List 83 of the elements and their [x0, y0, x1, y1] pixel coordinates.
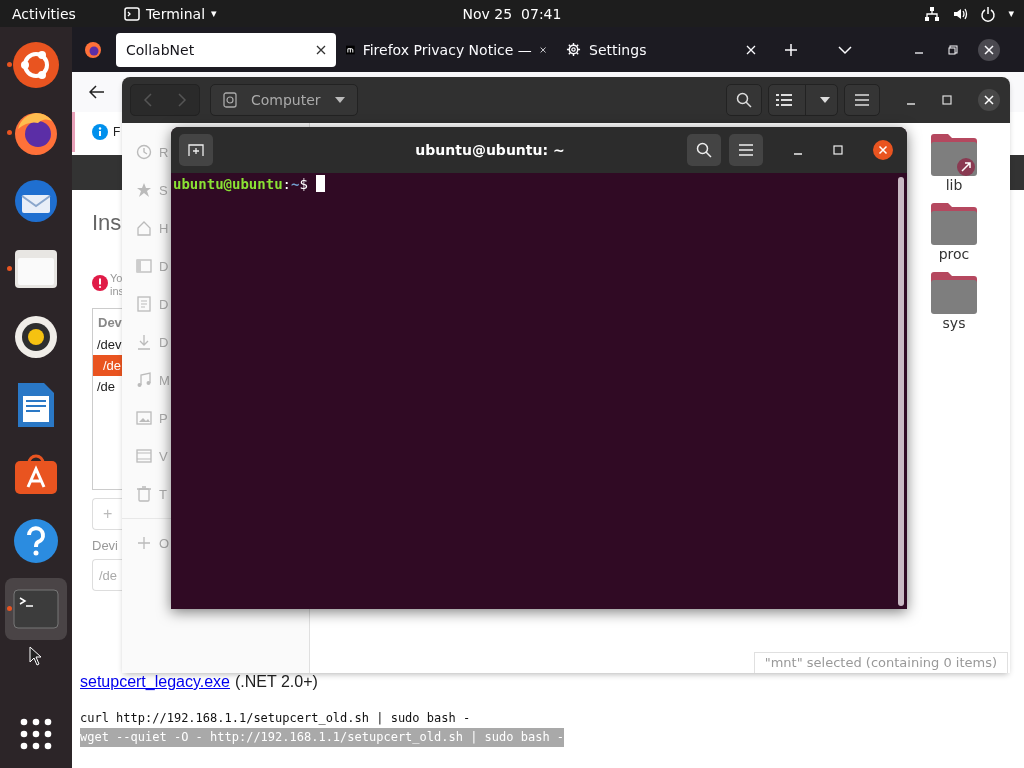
back-arrow-icon[interactable] — [89, 85, 105, 99]
error-icon — [92, 275, 108, 291]
drive-icon — [223, 92, 237, 108]
app-menu[interactable]: Terminal — [145, 5, 206, 22]
chevron-down-icon[interactable] — [838, 44, 852, 55]
firefox-icon[interactable] — [84, 40, 102, 59]
list-row[interactable]: /dev — [93, 334, 123, 355]
download-icon — [136, 334, 152, 350]
caret-down-icon — [334, 97, 345, 103]
download-link[interactable]: setupcert_legacy.exe — [80, 673, 230, 691]
plus-icon — [136, 535, 152, 551]
clock[interactable]: Nov 25 07:41 — [412, 5, 612, 22]
window-title: ubuntu@ubuntu: ~ — [414, 142, 566, 158]
caret-icon: ▾ — [211, 7, 217, 20]
location-button[interactable]: Computer — [210, 84, 358, 116]
search-icon — [736, 92, 752, 108]
document-icon — [16, 382, 56, 428]
clock-icon — [136, 144, 152, 160]
trash-icon — [136, 486, 152, 502]
page-heading: Ins — [92, 210, 122, 236]
maximize-icon[interactable] — [833, 145, 843, 155]
help-icon — [13, 518, 59, 564]
document-icon — [136, 296, 152, 312]
film-icon — [136, 448, 152, 464]
close-icon[interactable] — [978, 38, 1000, 61]
notification-text: F — [113, 125, 121, 139]
maximize-icon[interactable] — [948, 44, 958, 55]
files-icon — [14, 249, 58, 289]
menu-icon — [855, 94, 869, 106]
folder-item[interactable]: sys — [924, 271, 984, 331]
status-bar: "mnt" selected (containing 0 items) — [753, 652, 1008, 673]
browser-tab[interactable]: Firefox Privacy Notice — — [336, 32, 556, 67]
search-button[interactable] — [726, 84, 762, 116]
folder-item[interactable]: proc — [924, 202, 984, 262]
music-note-icon — [136, 372, 152, 388]
prompt-symbol: $ — [299, 175, 308, 192]
text-cursor — [315, 175, 325, 192]
close-icon[interactable] — [978, 89, 1000, 111]
speaker-icon — [14, 315, 58, 359]
home-icon — [136, 220, 152, 236]
menu-button[interactable] — [844, 84, 880, 116]
list-row[interactable]: /de — [93, 376, 123, 397]
search-button[interactable] — [687, 134, 721, 166]
star-icon — [136, 182, 152, 198]
image-icon — [136, 410, 152, 426]
list-row[interactable]: /de — [93, 355, 123, 376]
command-line: curl http://192.168.1.1/setupcert_old.sh | sudo bash - — [80, 710, 471, 727]
close-icon[interactable] — [539, 44, 546, 55]
search-icon — [696, 142, 712, 158]
browser-tab[interactable]: CollabNet — [116, 32, 336, 67]
app-grid-icon[interactable] — [20, 718, 52, 750]
prompt-path: ~ — [291, 175, 300, 192]
close-icon[interactable] — [316, 44, 326, 55]
download-note: (.NET 2.0+) — [235, 673, 318, 691]
new-tab-button[interactable] — [179, 134, 213, 166]
desktop-icon — [136, 258, 152, 274]
activities-button[interactable]: Activities — [12, 5, 76, 22]
new-tab-icon[interactable] — [784, 42, 798, 57]
network-icon[interactable] — [924, 5, 941, 22]
terminal-icon — [123, 6, 140, 21]
column-header: Dev — [97, 314, 122, 332]
close-icon[interactable] — [873, 140, 893, 160]
new-tab-icon — [188, 143, 204, 157]
info-icon — [92, 124, 108, 140]
view-options-button[interactable] — [768, 84, 838, 116]
power-icon[interactable] — [980, 5, 997, 22]
browser-tab[interactable]: Settings — [556, 32, 766, 67]
mouse-pointer-icon — [29, 646, 43, 666]
alert-text: Yo — [110, 272, 123, 285]
menu-button[interactable] — [729, 134, 763, 166]
caret-down-icon — [820, 97, 831, 103]
prompt-colon: : — [282, 175, 291, 192]
menu-icon — [739, 144, 753, 156]
folder-item[interactable]: lib — [924, 133, 984, 193]
ubuntu-logo-icon — [12, 41, 60, 89]
terminal-icon — [13, 589, 59, 629]
field-label: Devi — [92, 538, 118, 553]
list-view-icon — [775, 93, 792, 107]
gear-icon — [566, 42, 581, 57]
caret-icon[interactable]: ▾ — [1008, 7, 1014, 20]
prompt-user: ubuntu@ubuntu — [173, 175, 283, 192]
maximize-icon[interactable] — [942, 95, 952, 105]
mail-bird-icon — [12, 177, 60, 225]
